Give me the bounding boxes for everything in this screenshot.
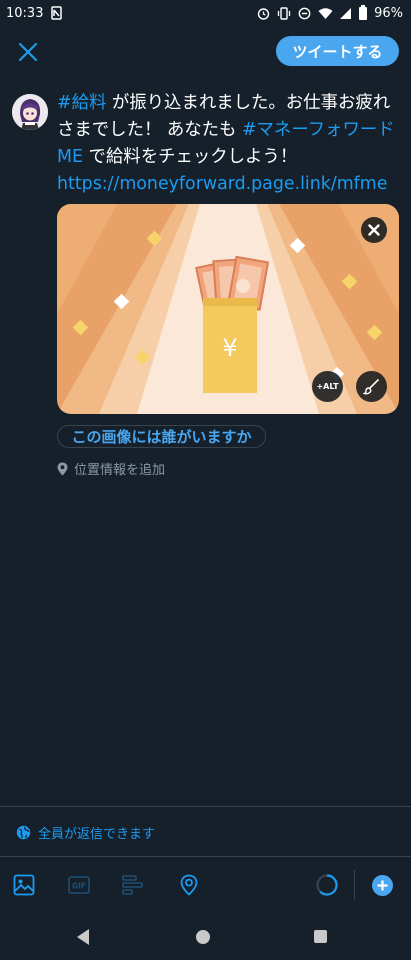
divider-bottom — [0, 856, 411, 857]
add-alt-text-button[interactable]: +ALT — [312, 371, 343, 402]
image-icon — [13, 874, 35, 896]
globe-icon — [16, 825, 31, 840]
nav-home-button[interactable] — [196, 930, 210, 944]
location-icon — [180, 874, 198, 896]
vibrate-icon — [277, 6, 291, 20]
avatar[interactable] — [12, 94, 48, 130]
plus-icon — [377, 880, 388, 891]
close-icon — [18, 42, 38, 62]
signal-icon — [340, 7, 352, 19]
tweet-link[interactable]: https://moneyforward.page.link/mfme — [57, 174, 387, 194]
sim-notification-icon — [51, 6, 63, 20]
divider-top — [0, 806, 411, 807]
attached-image[interactable]: ¥ +ALT — [57, 204, 399, 414]
add-thread-button[interactable] — [372, 875, 393, 896]
edit-image-button[interactable] — [356, 371, 387, 402]
dnd-icon — [298, 7, 311, 19]
add-image-button[interactable] — [13, 874, 35, 896]
battery-icon — [359, 4, 368, 20]
compose-header: ツイートする — [0, 36, 411, 68]
location-pin-icon — [57, 462, 68, 475]
reply-setting-button[interactable]: 全員が返信できます — [16, 823, 155, 842]
status-bar: 10:33 96% — [0, 0, 411, 26]
character-count-ring — [316, 874, 338, 896]
close-icon — [368, 224, 380, 236]
avatar-character-icon — [12, 94, 48, 130]
add-gif-button[interactable]: GIF — [68, 874, 90, 896]
back-triangle-icon — [77, 929, 89, 945]
status-time: 10:33 — [6, 5, 44, 21]
tweet-button[interactable]: ツイートする — [276, 36, 399, 66]
alarm-icon — [257, 7, 270, 20]
gif-label: GIF — [72, 882, 86, 891]
nav-recents-button[interactable] — [314, 930, 327, 943]
yen-symbol: ¥ — [222, 334, 237, 362]
add-location-button[interactable]: 位置情報を追加 — [57, 459, 165, 478]
reply-setting-label: 全員が返信できます — [38, 827, 156, 842]
poll-icon — [122, 875, 143, 895]
tweet-text-input[interactable]: #給料 が振り込まれました。お仕事お疲れさまでした！ あなたも #マネーフォワー… — [57, 90, 402, 198]
status-left: 10:33 — [6, 5, 63, 21]
add-poll-button[interactable] — [122, 874, 144, 896]
toolbar-separator — [354, 870, 355, 900]
remove-image-button[interactable] — [361, 217, 387, 243]
tag-people-button[interactable]: この画像には誰がいますか — [57, 425, 266, 448]
nav-back-button[interactable] — [75, 928, 91, 950]
tweet-text-part-2: で給料をチェックしよう！ — [83, 147, 298, 167]
wifi-icon — [318, 7, 333, 19]
salary-envelope-illustration: ¥ — [57, 204, 399, 414]
close-button[interactable] — [16, 40, 40, 64]
battery-percent: 96% — [374, 5, 403, 21]
add-location-toolbar-button[interactable] — [178, 874, 200, 896]
android-nav-bar — [0, 925, 411, 950]
status-right: 96% — [257, 4, 403, 21]
location-label: 位置情報を追加 — [74, 463, 166, 478]
hashtag-salary[interactable]: #給料 — [57, 93, 106, 113]
gif-icon: GIF — [68, 876, 90, 894]
brush-icon — [361, 379, 379, 395]
